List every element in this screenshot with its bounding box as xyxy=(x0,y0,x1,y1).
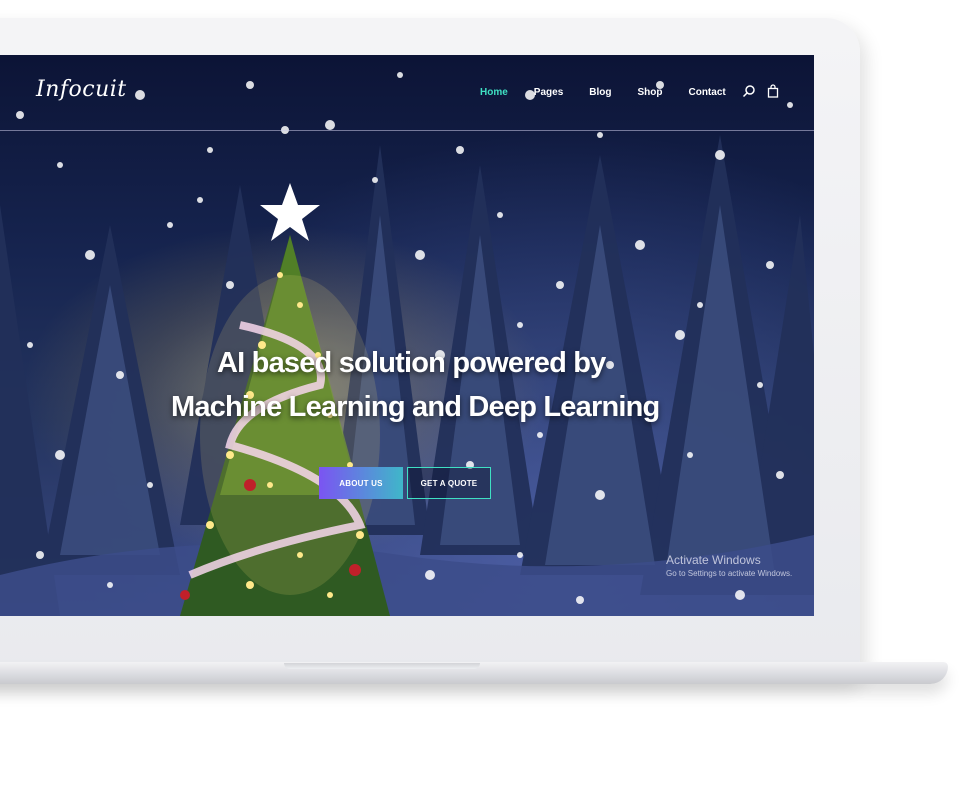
snowfall-overlay xyxy=(16,72,793,604)
about-us-button[interactable]: ABOUT US xyxy=(319,467,403,499)
nav-home[interactable]: Home xyxy=(480,87,508,98)
main-menu: Home Pages Blog Shop Contact xyxy=(480,87,752,98)
activate-windows-watermark: Activate Windows Go to Settings to activ… xyxy=(666,553,792,578)
laptop-screen: Infocuit Home Pages Blog Shop Contact AI… xyxy=(0,55,814,616)
nav-blog[interactable]: Blog xyxy=(589,87,611,98)
nav-shop[interactable]: Shop xyxy=(637,87,662,98)
search-icon[interactable] xyxy=(742,84,756,98)
nav-contact[interactable]: Contact xyxy=(688,87,725,98)
watermark-title: Activate Windows xyxy=(666,553,761,567)
nav-pages[interactable]: Pages xyxy=(534,87,563,98)
laptop-notch xyxy=(284,663,480,669)
hero-headline-line2: Machine Learning and Deep Learning xyxy=(171,391,660,423)
get-a-quote-button[interactable]: GET A QUOTE xyxy=(407,467,491,499)
site-logo[interactable]: Infocuit xyxy=(36,77,127,102)
watermark-subtitle: Go to Settings to activate Windows. xyxy=(666,569,793,578)
cart-icon[interactable] xyxy=(766,84,780,98)
hero-headline-line1: AI based solution powered by xyxy=(217,347,606,379)
nav-divider xyxy=(0,130,814,131)
top-navigation: Infocuit Home Pages Blog Shop Contact xyxy=(0,55,814,131)
